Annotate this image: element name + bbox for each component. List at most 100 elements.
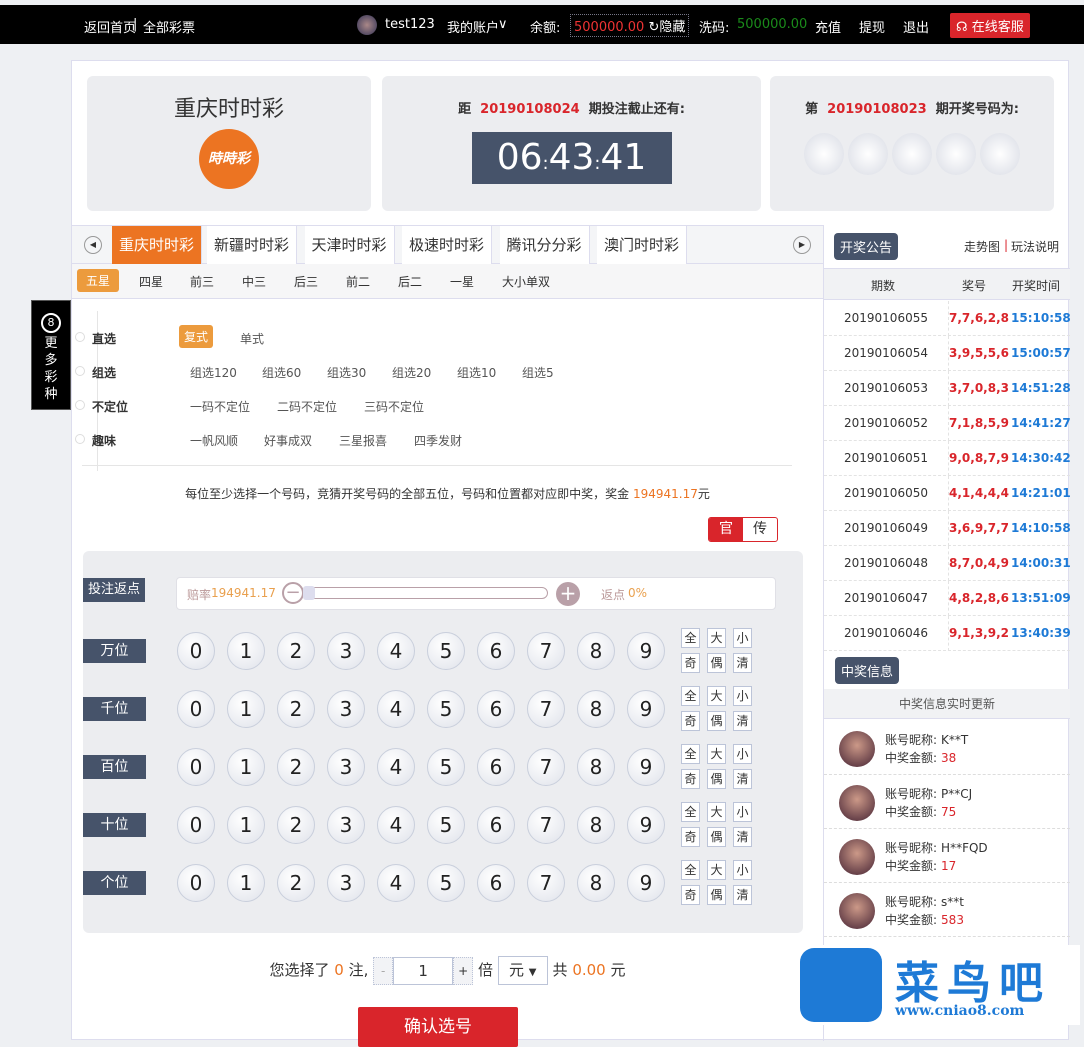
digit-ball[interactable]: 7 bbox=[527, 748, 565, 786]
digit-ball[interactable]: 9 bbox=[627, 690, 665, 728]
digit-ball[interactable]: 6 bbox=[477, 632, 515, 670]
method-option[interactable]: 二码不定位 bbox=[277, 398, 337, 415]
rebate-slider[interactable] bbox=[302, 586, 548, 600]
digit-ball[interactable]: 8 bbox=[577, 748, 615, 786]
tab-lottery[interactable]: 天津时时彩 bbox=[304, 226, 395, 264]
quick-select-small[interactable]: 小 bbox=[733, 628, 752, 648]
digit-ball[interactable]: 5 bbox=[427, 690, 465, 728]
digit-ball[interactable]: 7 bbox=[527, 632, 565, 670]
subtab-play[interactable]: 前三 bbox=[190, 273, 214, 290]
digit-ball[interactable]: 5 bbox=[427, 864, 465, 902]
increase-rebate-button[interactable]: + bbox=[556, 582, 580, 606]
method-option[interactable]: 复式 bbox=[179, 325, 214, 348]
quick-select-all[interactable]: 全 bbox=[681, 802, 700, 822]
refresh-icon[interactable]: ↻ bbox=[648, 20, 659, 35]
method-option[interactable]: 单式 bbox=[240, 330, 264, 347]
digit-ball[interactable]: 2 bbox=[277, 632, 315, 670]
subtab-play[interactable]: 五星 bbox=[77, 269, 120, 292]
digit-ball[interactable]: 0 bbox=[177, 748, 215, 786]
digit-ball[interactable]: 8 bbox=[577, 806, 615, 844]
method-option[interactable]: 组选30 bbox=[327, 364, 366, 381]
currency-select[interactable]: 元 ▼ bbox=[497, 956, 548, 985]
all-lottery-link[interactable]: 全部彩票 bbox=[143, 17, 195, 36]
tab-lottery[interactable]: 新疆时时彩 bbox=[207, 226, 298, 264]
tab-lottery[interactable]: 腾讯分分彩 bbox=[499, 226, 590, 264]
digit-ball[interactable]: 4 bbox=[377, 632, 415, 670]
quick-select-clear[interactable]: 清 bbox=[733, 885, 752, 905]
digit-ball[interactable]: 2 bbox=[277, 690, 315, 728]
digit-ball[interactable]: 0 bbox=[177, 690, 215, 728]
digit-ball[interactable]: 8 bbox=[577, 864, 615, 902]
digit-ball[interactable]: 5 bbox=[427, 806, 465, 844]
quick-select-big[interactable]: 大 bbox=[707, 860, 726, 880]
digit-ball[interactable]: 2 bbox=[277, 806, 315, 844]
quick-select-even[interactable]: 偶 bbox=[707, 653, 726, 673]
method-option[interactable]: 三星报喜 bbox=[339, 432, 387, 449]
digit-ball[interactable]: 8 bbox=[577, 632, 615, 670]
subtab-play[interactable]: 一星 bbox=[450, 273, 474, 290]
digit-ball[interactable]: 0 bbox=[177, 806, 215, 844]
digit-ball[interactable]: 7 bbox=[527, 690, 565, 728]
chevron-down-icon[interactable]: ∨ bbox=[498, 17, 508, 32]
digit-ball[interactable]: 6 bbox=[477, 864, 515, 902]
quick-select-big[interactable]: 大 bbox=[707, 686, 726, 706]
digit-ball[interactable]: 6 bbox=[477, 690, 515, 728]
scroll-left-icon[interactable]: ◀ bbox=[84, 236, 102, 254]
method-option[interactable]: 一帆风顺 bbox=[190, 432, 238, 449]
tab-lottery[interactable]: 重庆时时彩 bbox=[112, 226, 203, 264]
scroll-right-icon[interactable]: ▶ bbox=[793, 236, 811, 254]
quick-select-big[interactable]: 大 bbox=[707, 802, 726, 822]
digit-ball[interactable]: 5 bbox=[427, 748, 465, 786]
quick-select-even[interactable]: 偶 bbox=[707, 711, 726, 731]
quick-select-all[interactable]: 全 bbox=[681, 744, 700, 764]
method-option[interactable]: 四季发财 bbox=[414, 432, 462, 449]
multiple-input[interactable]: 1 bbox=[393, 956, 454, 985]
digit-ball[interactable]: 9 bbox=[627, 864, 665, 902]
logout-link[interactable]: 退出 bbox=[903, 17, 929, 36]
quick-select-odd[interactable]: 奇 bbox=[681, 769, 700, 789]
digit-ball[interactable]: 9 bbox=[627, 748, 665, 786]
digit-ball[interactable]: 6 bbox=[477, 748, 515, 786]
digit-ball[interactable]: 3 bbox=[327, 632, 365, 670]
method-option[interactable]: 组选20 bbox=[392, 364, 431, 381]
subtab-play[interactable]: 前二 bbox=[346, 273, 370, 290]
method-option[interactable]: 好事成双 bbox=[264, 432, 312, 449]
account-menu[interactable]: 我的账户 bbox=[447, 17, 499, 36]
quick-select-even[interactable]: 偶 bbox=[707, 769, 726, 789]
quick-select-clear[interactable]: 清 bbox=[733, 827, 752, 847]
digit-ball[interactable]: 8 bbox=[577, 690, 615, 728]
digit-ball[interactable]: 4 bbox=[377, 748, 415, 786]
confirm-selection-button[interactable]: 确认选号 bbox=[358, 1007, 518, 1047]
quick-select-small[interactable]: 小 bbox=[733, 744, 752, 764]
slider-thumb[interactable] bbox=[303, 586, 315, 600]
method-option[interactable]: 组选10 bbox=[457, 364, 496, 381]
rules-link[interactable]: 玩法说明 bbox=[1011, 238, 1059, 255]
digit-ball[interactable]: 4 bbox=[377, 864, 415, 902]
digit-ball[interactable]: 9 bbox=[627, 806, 665, 844]
digit-ball[interactable]: 3 bbox=[327, 690, 365, 728]
digit-ball[interactable]: 3 bbox=[327, 806, 365, 844]
quick-select-odd[interactable]: 奇 bbox=[681, 653, 700, 673]
more-lottery-button[interactable]: 8 更多彩种 bbox=[31, 300, 71, 410]
quick-select-clear[interactable]: 清 bbox=[733, 769, 752, 789]
decrease-rebate-button[interactable]: − bbox=[282, 582, 304, 604]
traditional-mode-button[interactable]: 传 bbox=[743, 518, 777, 541]
method-option[interactable]: 组选60 bbox=[262, 364, 301, 381]
quick-select-odd[interactable]: 奇 bbox=[681, 711, 700, 731]
quick-select-big[interactable]: 大 bbox=[707, 744, 726, 764]
subtab-play[interactable]: 四星 bbox=[139, 273, 163, 290]
subtab-play[interactable]: 大小单双 bbox=[502, 273, 550, 290]
quick-select-odd[interactable]: 奇 bbox=[681, 885, 700, 905]
digit-ball[interactable]: 5 bbox=[427, 632, 465, 670]
subtab-play[interactable]: 后二 bbox=[398, 273, 422, 290]
recharge-link[interactable]: 充值 bbox=[815, 17, 841, 36]
digit-ball[interactable]: 1 bbox=[227, 748, 265, 786]
tab-lottery[interactable]: 澳门时时彩 bbox=[597, 226, 688, 264]
digit-ball[interactable]: 2 bbox=[277, 748, 315, 786]
quick-select-even[interactable]: 偶 bbox=[707, 885, 726, 905]
digit-ball[interactable]: 0 bbox=[177, 864, 215, 902]
quick-select-small[interactable]: 小 bbox=[733, 686, 752, 706]
quick-select-clear[interactable]: 清 bbox=[733, 711, 752, 731]
method-option[interactable]: 三码不定位 bbox=[364, 398, 424, 415]
digit-ball[interactable]: 4 bbox=[377, 806, 415, 844]
